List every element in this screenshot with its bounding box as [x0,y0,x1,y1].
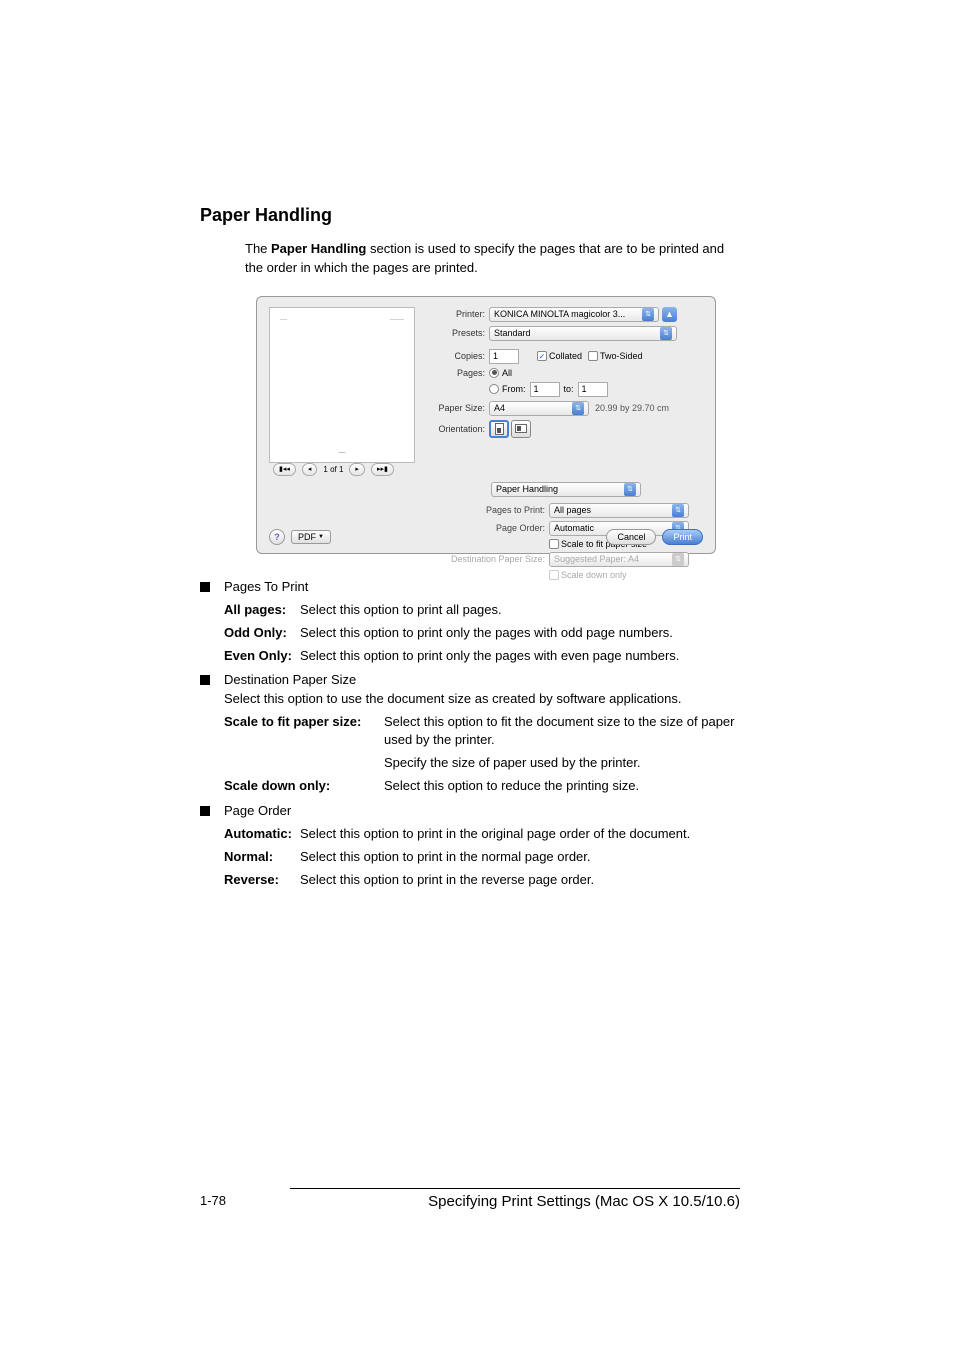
pages-all-radio[interactable] [489,368,499,378]
papersize-label: Paper Size: [429,403,489,413]
intro-bold: Paper Handling [271,241,366,256]
scale-down-only-label: Scale down only [561,570,627,580]
page-number: 1-78 [200,1193,226,1210]
desc-scale-to-fit-extra: Specify the size of paper used by the pr… [384,754,740,772]
bullet-page-order: Page Order [224,802,740,820]
orientation-label: Orientation: [429,424,489,434]
preview-pane: ——— — [269,307,415,463]
term-reverse: Reverse [224,872,275,887]
pages-from-label: From: [502,384,526,394]
desc-even-only: Select this option to print only the pag… [300,647,740,665]
pages-from-radio[interactable] [489,384,499,394]
orientation-landscape-button[interactable] [511,420,531,438]
term-automatic: Automatic [224,826,288,841]
orientation-portrait-button[interactable] [489,420,509,438]
copies-input[interactable]: 1 [489,349,519,364]
desc-reverse: Select this option to print in the rever… [300,871,740,889]
pager-last-button[interactable]: ▸▸▮ [371,463,394,476]
desc-odd-only: Select this option to print only the pag… [300,624,740,642]
preview-box: ——— [276,314,408,444]
footer-title: Specifying Print Settings (Mac OS X 10.5… [428,1193,740,1210]
printer-label: Printer: [429,309,489,319]
pages-to-print-label: Pages to Print: [429,505,549,515]
term-scale-down-only: Scale down only [224,778,326,793]
pages-to-input[interactable]: 1 [578,382,608,397]
presets-label: Presets: [429,328,489,338]
help-button[interactable]: ? [269,529,285,545]
term-all-pages: All pages [224,602,282,617]
two-sided-label: Two-Sided [600,351,643,361]
pages-label: Pages: [429,368,489,378]
preview-pager: ▮◂◂ ◂ 1 of 1 ▸ ▸▸▮ [273,463,703,476]
term-even-only: Even Only [224,648,288,663]
chevron-updown-icon: ⇅ [624,483,636,496]
copies-label: Copies: [429,351,489,361]
intro-paragraph: The Paper Handling section is used to sp… [245,240,740,278]
chevron-down-icon: ▼ [318,534,324,540]
chevron-updown-icon: ⇅ [642,308,654,321]
dest-paper-size-label: Destination Paper Size: [429,554,549,564]
pages-from-input[interactable]: 1 [530,382,560,397]
pdf-button[interactable]: PDF▼ [291,530,331,544]
panel-select-value: Paper Handling [496,484,558,494]
pdf-label: PDF [298,532,316,542]
term-scale-to-fit: Scale to fit paper size [224,714,357,729]
pages-to-print-value: All pages [554,505,591,515]
chevron-updown-icon: ⇅ [672,504,684,517]
print-dialog: ——— — Printer: KONICA MINOLTA magicolor … [256,296,716,554]
term-normal: Normal [224,849,269,864]
bullet-dest-paper-size: Destination Paper Size [224,671,740,689]
dest-paper-size-value: Suggested Paper: A4 [554,554,639,564]
desc-automatic: Select this option to print in the origi… [300,825,740,843]
pager-prev-button[interactable]: ◂ [302,463,318,476]
pages-to-print-select[interactable]: All pages ⇅ [549,503,689,518]
printer-select[interactable]: KONICA MINOLTA magicolor 3... ⇅ [489,307,659,322]
scale-down-only-checkbox: Scale down only [549,570,627,580]
pages-all-label: All [502,368,512,378]
papersize-select[interactable]: A4 ⇅ [489,401,589,416]
pages-to-label: to: [564,384,574,394]
papersize-dim: 20.99 by 29.70 cm [595,403,669,413]
cancel-button[interactable]: Cancel [606,529,656,545]
bullet-icon [200,582,210,592]
dest-paper-size-intro: Select this option to use the document s… [224,690,740,708]
presets-select[interactable]: Standard ⇅ [489,326,677,341]
pager-first-button[interactable]: ▮◂◂ [273,463,296,476]
chevron-updown-icon: ⇅ [572,402,584,415]
chevron-updown-icon: ⇅ [660,327,672,340]
bullet-pages-to-print: Pages To Print [224,578,740,596]
footer-rule [290,1188,740,1189]
bullet-icon [200,806,210,816]
section-heading: Paper Handling [200,205,740,226]
collated-checkbox[interactable]: ✓Collated [537,351,582,361]
printer-status-button[interactable]: ▲ [662,307,677,322]
print-button[interactable]: Print [662,529,703,545]
desc-scale-to-fit: Select this option to fit the document s… [384,713,740,749]
desc-scale-down-only: Select this option to reduce the printin… [384,777,740,795]
desc-normal: Select this option to print in the norma… [300,848,740,866]
pager-next-button[interactable]: ▸ [349,463,365,476]
two-sided-checkbox[interactable]: Two-Sided [588,351,643,361]
desc-all-pages: Select this option to print all pages. [300,601,740,619]
pager-text: 1 of 1 [323,465,343,474]
presets-value: Standard [494,328,531,338]
printer-value: KONICA MINOLTA magicolor 3... [494,309,625,319]
collated-label: Collated [549,351,582,361]
dest-paper-size-select: Suggested Paper: A4 ⇅ [549,552,689,567]
panel-select[interactable]: Paper Handling ⇅ [491,482,641,497]
bullet-icon [200,675,210,685]
intro-pre: The [245,241,271,256]
term-odd-only: Odd Only [224,625,283,640]
chevron-updown-icon: ⇅ [672,553,684,566]
papersize-value: A4 [494,403,505,413]
